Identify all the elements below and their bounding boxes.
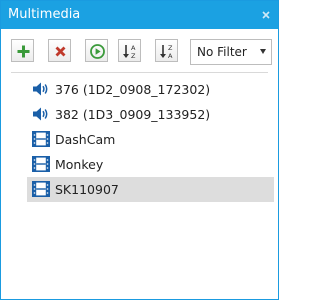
audio-icon xyxy=(32,81,50,97)
svg-text:A: A xyxy=(168,52,173,60)
svg-text:Z: Z xyxy=(131,52,136,60)
sort-descending-button[interactable]: Z A xyxy=(155,39,178,62)
list-item[interactable]: 382 (1D3_0909_133952) xyxy=(27,102,274,127)
play-button[interactable] xyxy=(85,39,108,62)
sort-ascending-button[interactable]: A Z xyxy=(118,39,141,62)
chevron-down-icon xyxy=(260,49,266,54)
sort-az-icon: A Z xyxy=(123,44,136,60)
svg-text:A: A xyxy=(131,44,136,52)
toolbar-area: A Z Z A No Filter 376 (1D2_0908_172302) … xyxy=(1,29,278,299)
play-circle-icon xyxy=(90,44,105,59)
toolbar-divider xyxy=(11,72,268,73)
panel-title: Multimedia xyxy=(8,7,81,22)
multimedia-panel: Multimedia A Z Z A No Filter 376 (1D2_09… xyxy=(0,0,279,300)
plus-icon xyxy=(17,45,30,58)
add-button[interactable] xyxy=(11,39,34,62)
list-item-label: Monkey xyxy=(55,157,104,172)
delete-button[interactable] xyxy=(48,39,71,62)
filter-dropdown[interactable]: No Filter xyxy=(190,39,272,65)
film-icon xyxy=(32,181,50,197)
list-item-label: 376 (1D2_0908_172302) xyxy=(55,82,211,97)
film-icon xyxy=(32,156,50,172)
list-item-label: 382 (1D3_0909_133952) xyxy=(55,107,211,122)
list-item-selected[interactable]: SK110907 xyxy=(27,177,274,202)
list-item-label: SK110907 xyxy=(55,182,119,197)
title-bar: Multimedia xyxy=(1,1,278,29)
list-item[interactable]: DashCam xyxy=(27,127,274,152)
film-icon xyxy=(32,131,50,147)
list-item[interactable]: 376 (1D2_0908_172302) xyxy=(27,77,274,102)
audio-icon xyxy=(32,106,50,122)
list-item[interactable]: Monkey xyxy=(27,152,274,177)
filter-selected-value: No Filter xyxy=(197,45,247,59)
sort-za-icon: Z A xyxy=(160,44,173,60)
svg-text:Z: Z xyxy=(168,44,173,52)
close-icon[interactable] xyxy=(259,7,273,21)
x-icon xyxy=(55,46,66,57)
list-item-label: DashCam xyxy=(55,132,116,147)
